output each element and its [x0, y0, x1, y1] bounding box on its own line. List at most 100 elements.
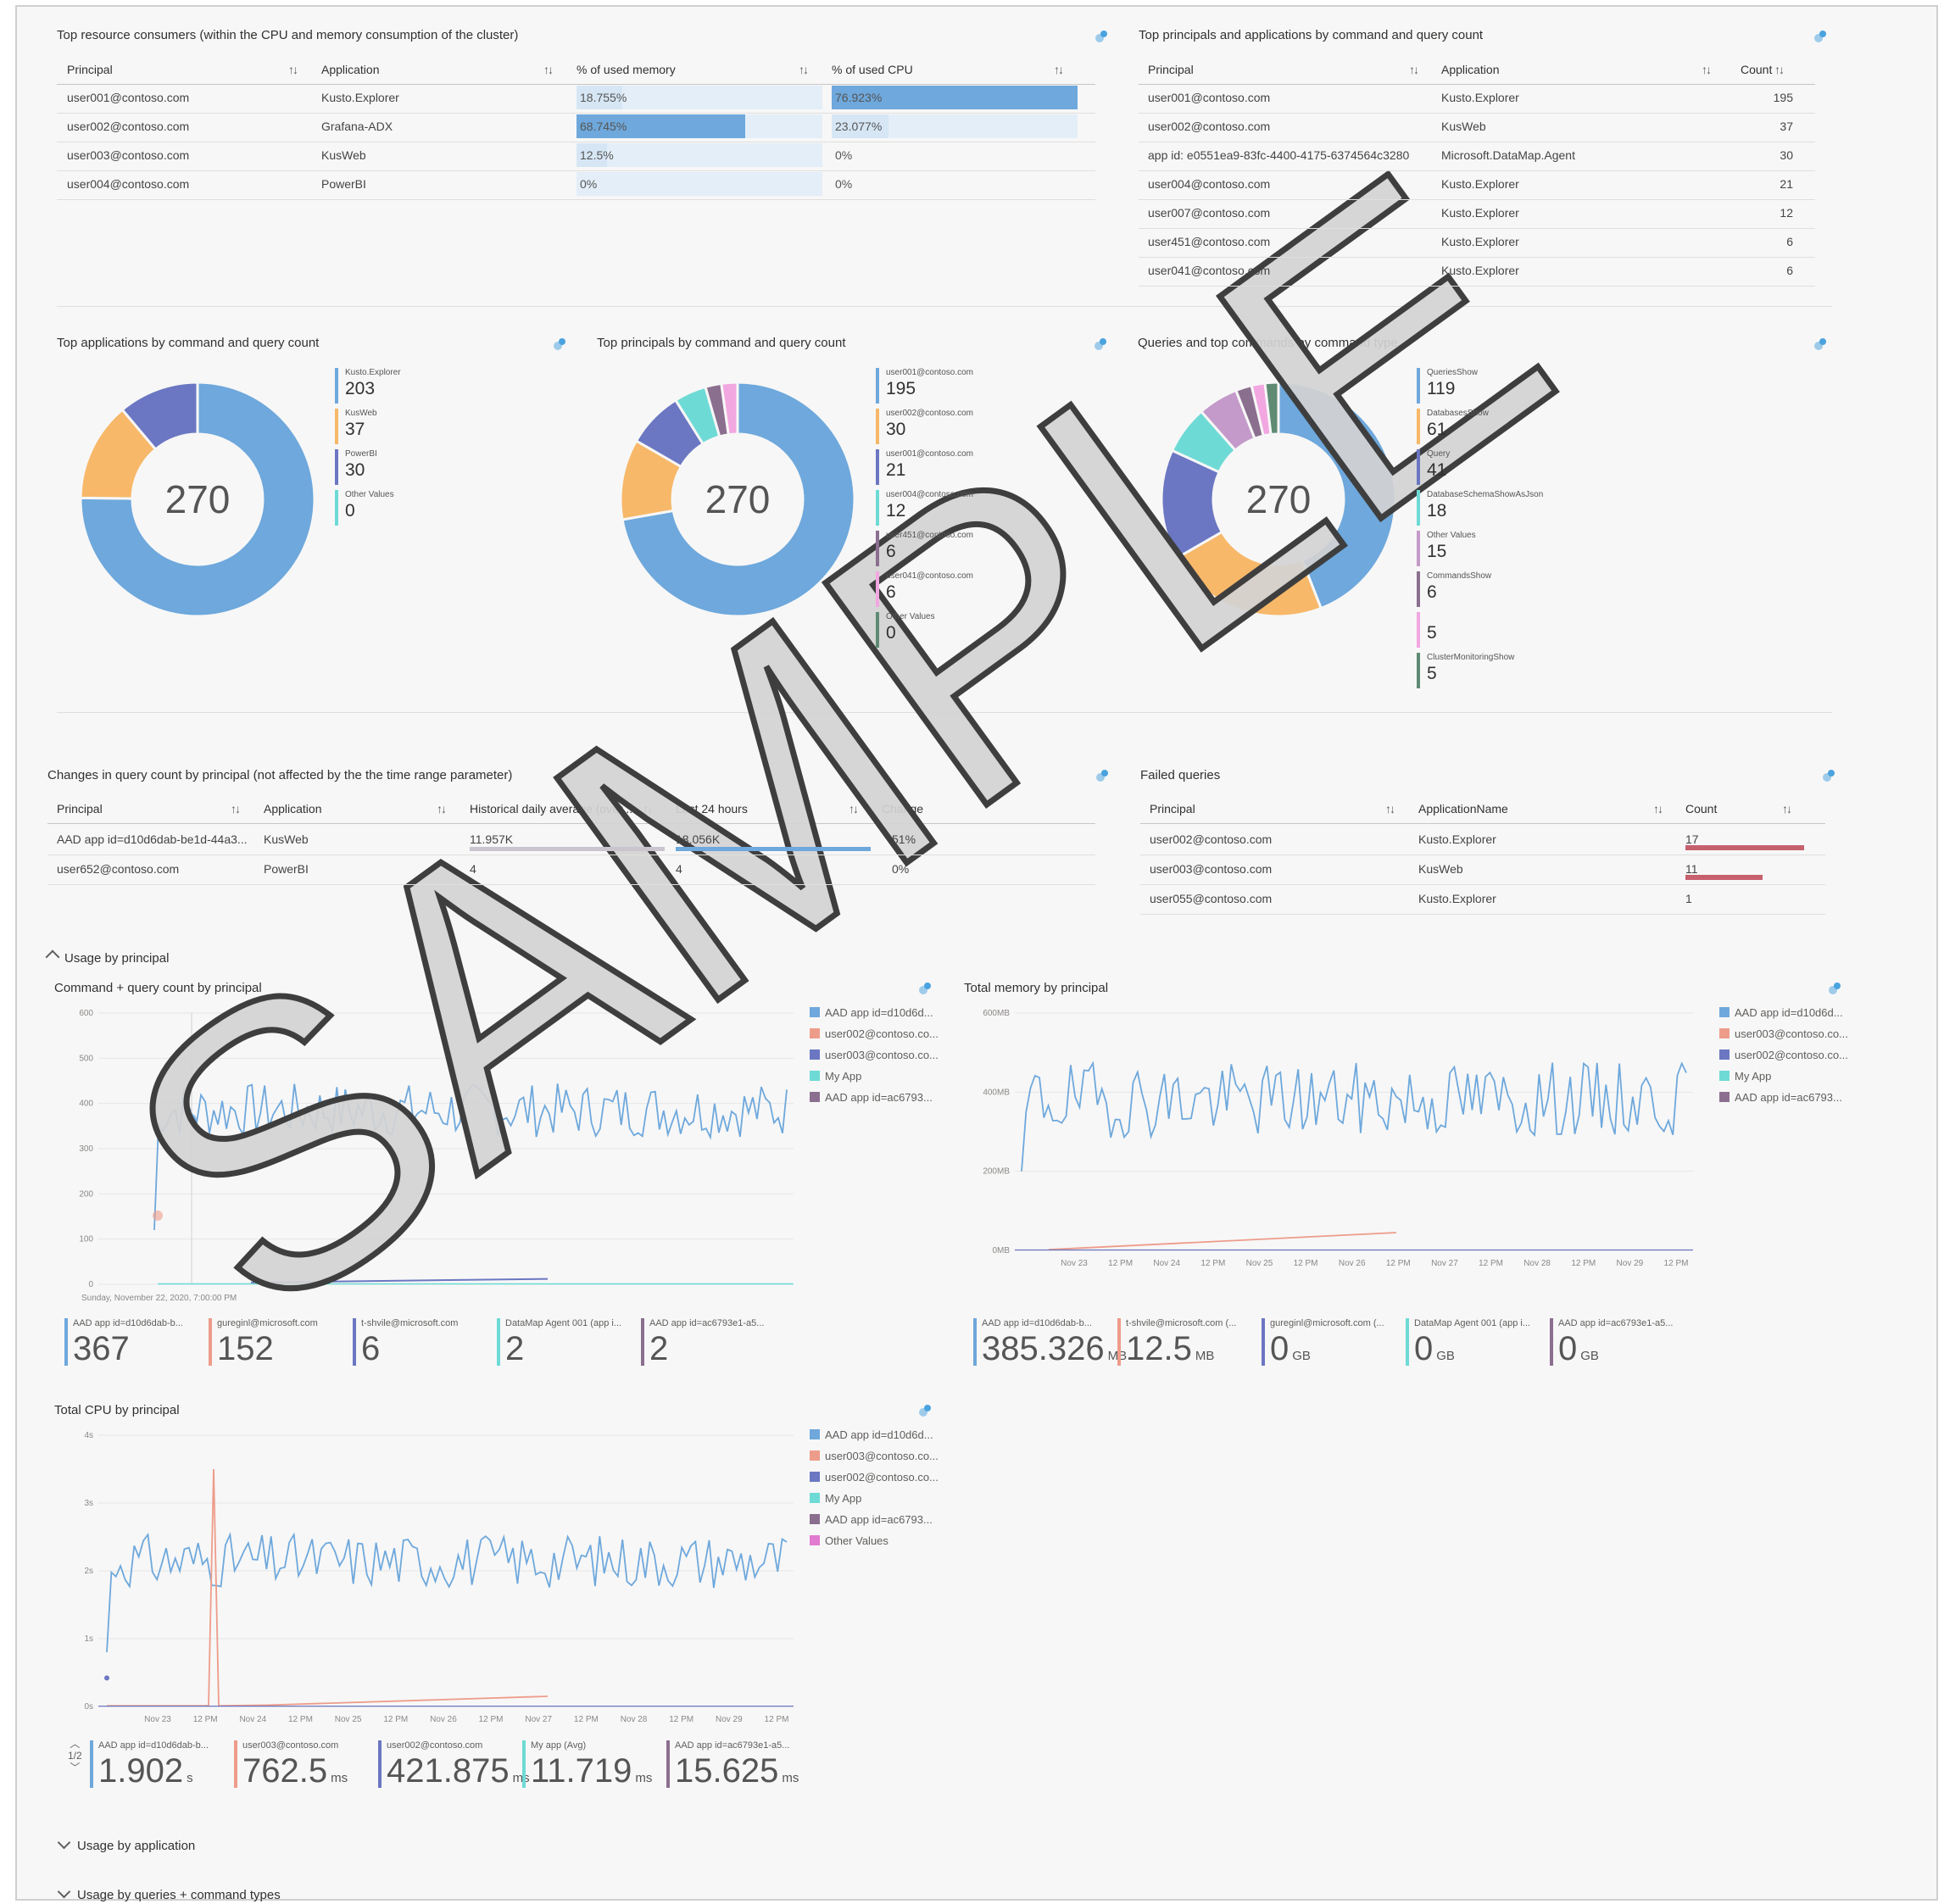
sort-icon[interactable]: ↑↓ [799, 63, 809, 76]
sort-icon[interactable]: ↑↓ [643, 802, 653, 816]
legend-item[interactable]: AAD app id=d10d6d... [810, 1006, 933, 1019]
pin-icon[interactable] [552, 337, 567, 352]
stat-tile[interactable]: AAD app id=ac6793e1-a5... 0 GB [1550, 1318, 1685, 1369]
series-line[interactable] [1021, 1061, 1687, 1172]
legend-item[interactable]: AAD app id=d10d6d... [1719, 1006, 1843, 1019]
memory-value: 12.5% [580, 148, 614, 162]
legend-item[interactable]: My App [810, 1070, 861, 1083]
legend-swatch [810, 1429, 820, 1439]
pin-icon[interactable] [1094, 29, 1109, 44]
stat-tile[interactable]: AAD app id=d10d6dab-b... 1.902 s [90, 1740, 226, 1791]
legend-item[interactable]: user002@contoso.co... [810, 1471, 939, 1484]
legend-item[interactable]: user003@contoso.co... [810, 1450, 939, 1462]
sort-icon[interactable]: ↑↓ [1385, 802, 1395, 816]
tile-label: My app (Avg) [531, 1740, 587, 1751]
legend-item[interactable]: user002@contoso.co... [810, 1027, 939, 1040]
row-divider [1140, 884, 1825, 885]
chevron-down-icon[interactable]: ﹀ [68, 1762, 82, 1773]
table-cell: app id: e0551ea9-83fc-4400-4175-6374564c… [1148, 148, 1410, 162]
table-cell-count: 11 [1685, 862, 1698, 876]
donut-apps-title: Top applications by command and query co… [57, 336, 320, 350]
x-tick-label: Nov 25 [335, 1715, 362, 1724]
tile-value: 12.5 MB [1126, 1330, 1214, 1368]
sort-icon[interactable]: ↑↓ [288, 63, 298, 76]
y-tick-label: 200 [79, 1189, 93, 1199]
sort-icon[interactable]: ↑↓ [231, 802, 241, 816]
legend-label: user004@contoso.com [886, 490, 973, 499]
x-tick-label: 12 PM [1108, 1259, 1133, 1268]
pin-icon[interactable] [917, 1403, 933, 1418]
principals-apps-title: Top principals and applications by comma… [1139, 28, 1484, 42]
tile-unit: GB [1580, 1349, 1599, 1363]
table-cell: Kusto.Explorer [1441, 206, 1519, 220]
sort-icon[interactable]: ↑↓ [1702, 63, 1712, 76]
pin-icon[interactable] [1095, 768, 1110, 783]
legend-swatch [876, 449, 879, 485]
legend-item[interactable]: user003@contoso.co... [810, 1049, 939, 1061]
tile-number: 0 [1270, 1330, 1290, 1367]
legend-item[interactable]: My App [1719, 1070, 1771, 1083]
legend-label: DatabasesShow [1427, 409, 1489, 418]
legend-item[interactable]: AAD app id=ac6793... [810, 1513, 933, 1526]
stat-tile[interactable]: AAD app id=d10d6dab-b... 385.326MB [973, 1318, 1127, 1369]
pin-icon[interactable] [1813, 337, 1828, 352]
series-line[interactable] [250, 1278, 549, 1283]
legend-item[interactable]: Other Values [810, 1534, 888, 1547]
series-line[interactable] [1048, 1232, 1397, 1250]
sort-icon[interactable]: ↑↓ [1653, 802, 1663, 816]
sort-icon[interactable]: ↑↓ [1409, 63, 1419, 76]
stat-tile[interactable]: user003@contoso.com 762.5 ms [234, 1740, 370, 1791]
col-used-cpu: % of used CPU [832, 63, 913, 76]
stat-tile[interactable]: DataMap Agent 001 (app i... 0 GB [1406, 1318, 1541, 1369]
table-cell: PowerBI [321, 177, 366, 191]
x-tick-label: 12 PM [1200, 1259, 1225, 1268]
pin-icon[interactable] [1093, 337, 1108, 352]
series-line[interactable] [106, 1531, 788, 1653]
tile-value: 1.902 s [98, 1752, 193, 1790]
sort-icon[interactable]: ↑↓ [437, 802, 447, 816]
stat-tile[interactable]: My app (Avg) 11.719 ms [522, 1740, 658, 1791]
legend-item[interactable]: AAD app id=ac6793... [1719, 1091, 1842, 1104]
series-line[interactable] [153, 1083, 788, 1231]
stat-tile[interactable]: AAD app id=d10d6dab-b... 367 [64, 1318, 200, 1369]
stat-tile[interactable]: AAD app id=ac6793e1-a5... 2 [641, 1318, 777, 1369]
legend-swatch [1719, 1028, 1730, 1038]
series-line[interactable] [107, 1468, 549, 1707]
table-cell-count: 12 [1780, 206, 1793, 220]
legend-item[interactable]: AAD app id=d10d6d... [810, 1428, 933, 1441]
sort-icon[interactable]: ↑↓ [849, 802, 859, 816]
legend-item[interactable]: user002@contoso.co... [1719, 1049, 1848, 1061]
legend-swatch [810, 1472, 820, 1482]
stat-tile[interactable]: user002@contoso.com 421.875 ms [378, 1740, 530, 1791]
donut-total: 270 [164, 477, 231, 521]
stat-tile[interactable]: gureginl@microsoft.com (... 0 GB [1262, 1318, 1397, 1369]
stat-tile[interactable]: t-shvile@microsoft.com 6 [353, 1318, 488, 1369]
pin-icon[interactable] [1813, 29, 1828, 44]
stat-tile[interactable]: DataMap Agent 001 (app i... 2 [497, 1318, 632, 1369]
sort-icon[interactable]: ↑↓ [1054, 63, 1064, 76]
stat-tile[interactable]: gureginl@microsoft.com 152 [209, 1318, 344, 1369]
legend-value: 37 [345, 420, 365, 439]
legend-item[interactable]: My App [810, 1492, 861, 1505]
table-cell-historical: 11.957K [470, 832, 514, 846]
legend-item[interactable]: AAD app id=ac6793... [810, 1091, 933, 1104]
section-toggle-usage-application[interactable]: Usage by application [56, 1835, 195, 1853]
chevron-up-icon[interactable]: ︿ [68, 1738, 82, 1750]
y-tick-label: 3s [84, 1499, 93, 1508]
legend-swatch [810, 1028, 820, 1038]
stat-tile[interactable]: t-shvile@microsoft.com (... 12.5 MB [1117, 1318, 1253, 1369]
stat-tile[interactable]: AAD app id=ac6793e1-a5... 15.625 ms [666, 1740, 802, 1791]
pin-icon[interactable] [1827, 981, 1842, 996]
tile-value: 6 [361, 1330, 380, 1368]
section-toggle-usage-principal[interactable]: Usage by principal [44, 947, 169, 966]
legend-value: 61 [1427, 420, 1447, 439]
legend-item[interactable]: user003@contoso.co... [1719, 1027, 1848, 1040]
pin-icon[interactable] [1821, 768, 1836, 783]
sort-icon[interactable]: ↑↓ [1774, 63, 1785, 76]
tile-pager[interactable]: ︿ 1/2 ﹀ [68, 1738, 82, 1773]
tile-swatch [666, 1740, 670, 1788]
sort-icon[interactable]: ↑↓ [1782, 802, 1792, 816]
pin-icon[interactable] [917, 981, 933, 996]
section-toggle-usage-queries[interactable]: Usage by queries + command types [56, 1885, 281, 1902]
sort-icon[interactable]: ↑↓ [543, 63, 554, 76]
